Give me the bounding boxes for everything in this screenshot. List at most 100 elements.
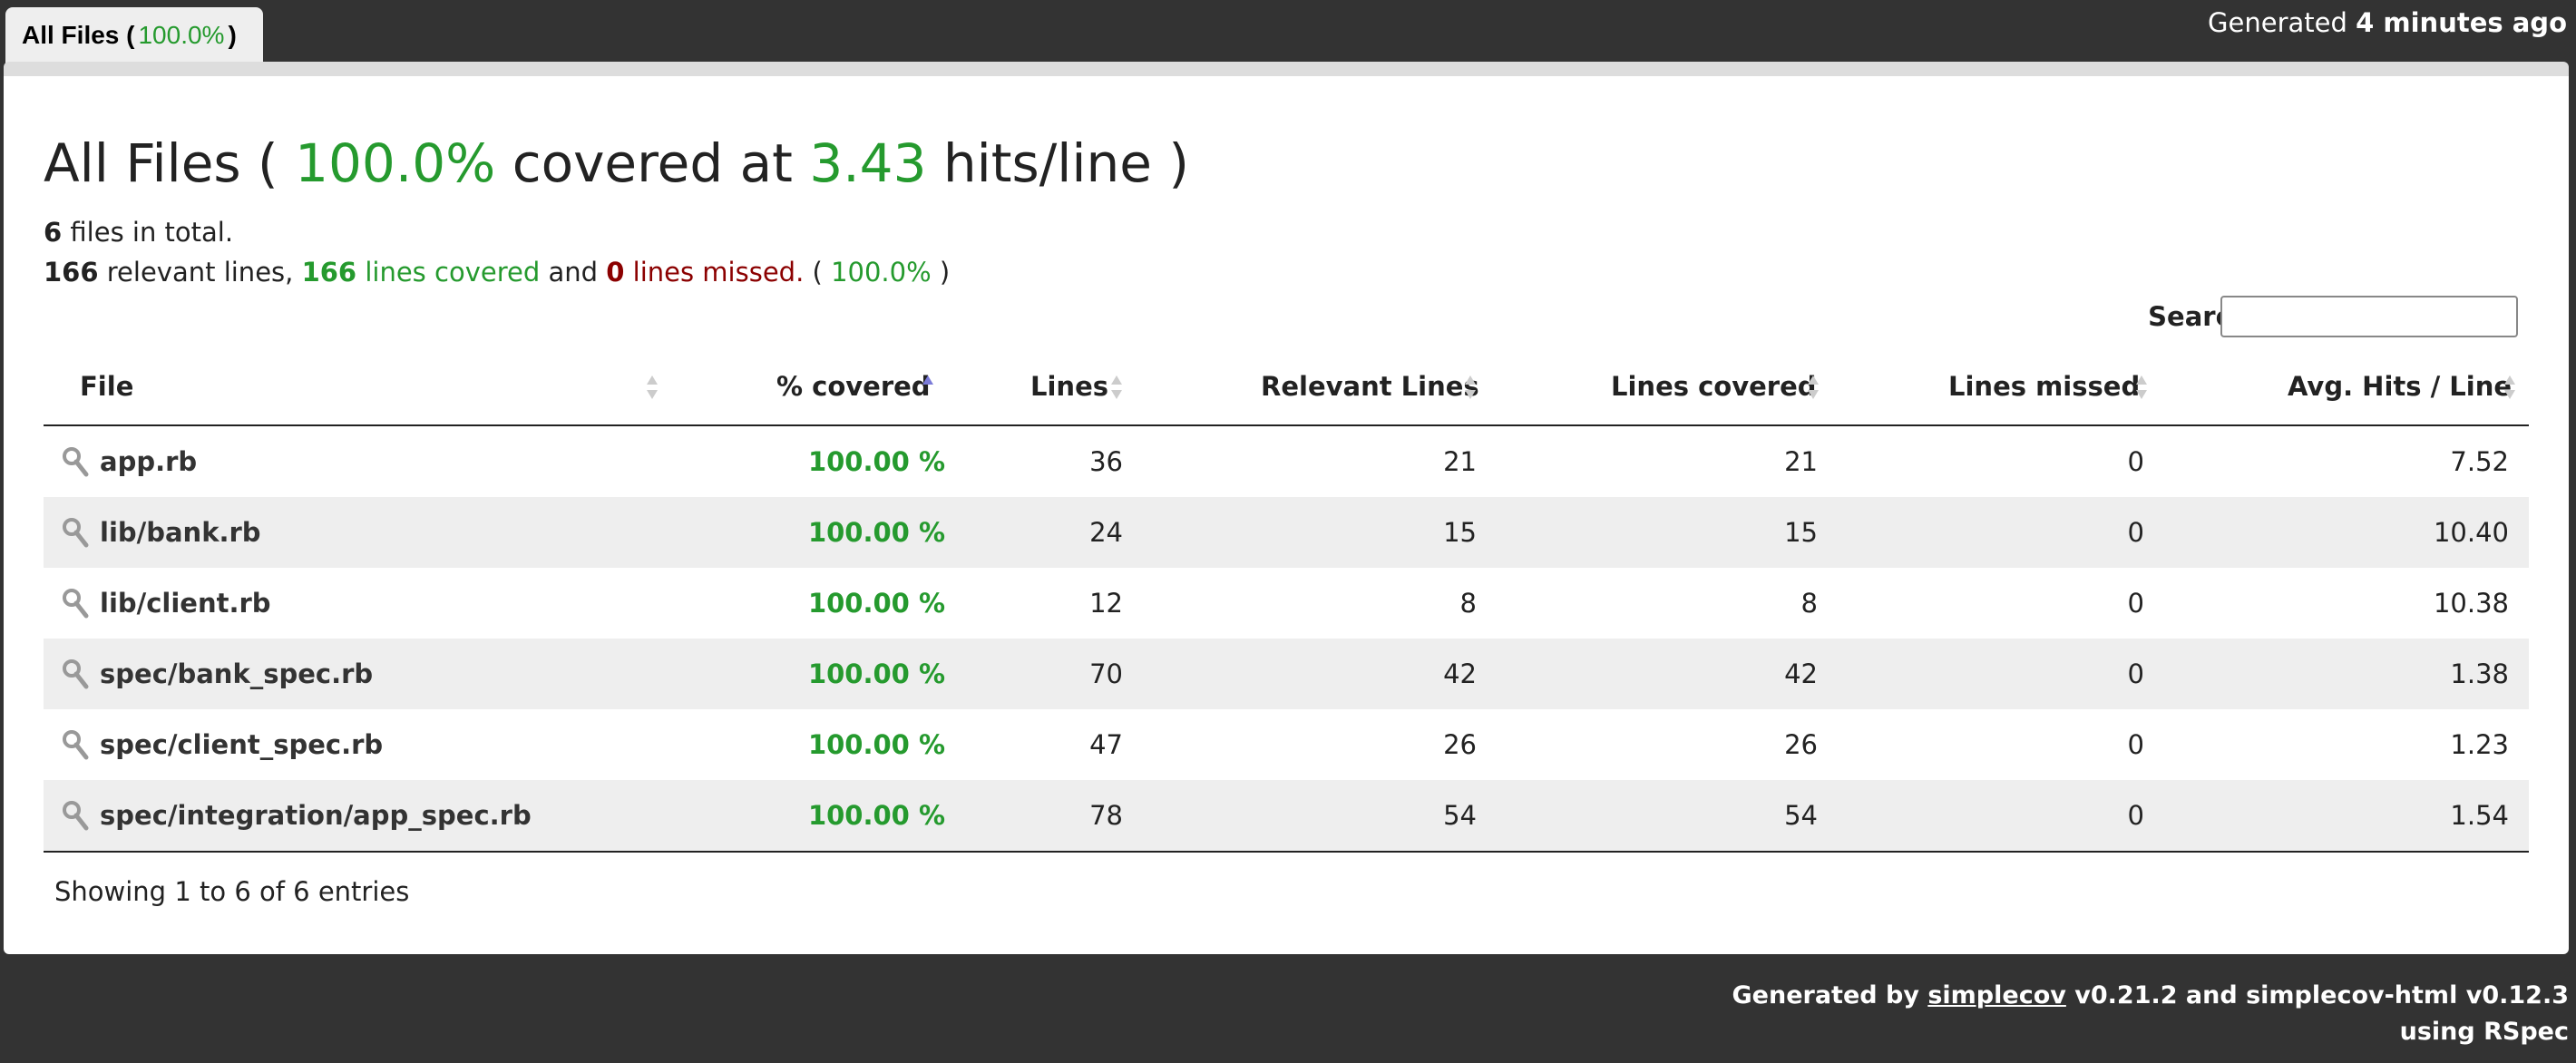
- covered-count: 166: [301, 257, 357, 288]
- file-link[interactable]: app.rb: [100, 426, 197, 497]
- tab-label: All Files: [22, 21, 120, 49]
- footer: Generated by simplecov v0.21.2 and simpl…: [1732, 978, 2569, 1050]
- lines-covered-count: 8: [1800, 588, 1818, 619]
- file-link[interactable]: spec/integration/app_spec.rb: [100, 780, 532, 851]
- lines-count: 70: [1089, 658, 1123, 689]
- relevant-text: relevant lines,: [106, 257, 294, 288]
- main-panel: All Files ( 100.0% covered at 3.43 hits/…: [4, 62, 2569, 954]
- lines-covered-count: 26: [1784, 729, 1818, 760]
- generated-prefix: Generated: [2208, 7, 2347, 38]
- covered-text: lines covered: [365, 257, 541, 288]
- footer-line-2: using RSpec: [2399, 1018, 2569, 1046]
- lines-missed-count: 0: [2127, 588, 2144, 619]
- magnifier-icon[interactable]: [62, 800, 89, 831]
- covered-percent: 100.00 %: [807, 446, 945, 477]
- coverage-summary: 6 files in total. 166 relevant lines, 16…: [44, 212, 950, 292]
- table-row: app.rb 100.00 % 36 21 21 0 7.52: [44, 426, 2529, 497]
- covered-percent: 100.00 %: [807, 517, 945, 548]
- lines-covered-count: 54: [1784, 800, 1818, 831]
- magnifier-icon[interactable]: [62, 446, 89, 477]
- file-link[interactable]: lib/client.rb: [100, 568, 271, 639]
- tab-coverage-pct: 100.0%: [138, 21, 225, 49]
- generated-ago: 4 minutes ago: [2356, 7, 2567, 38]
- magnifier-icon[interactable]: [62, 588, 89, 619]
- relevant-count: 166: [44, 257, 99, 288]
- file-link[interactable]: spec/bank_spec.rb: [100, 639, 373, 709]
- title-hits-per-line: 3.43: [809, 132, 927, 194]
- lines-count: 36: [1089, 446, 1123, 477]
- avg-hits-per-line: 10.40: [2433, 517, 2509, 548]
- lines-covered-count: 42: [1784, 658, 1818, 689]
- lines-count: 12: [1089, 588, 1123, 619]
- lines-covered-count: 15: [1784, 517, 1818, 548]
- relevant-lines-count: 8: [1459, 588, 1477, 619]
- footer-prefix: Generated by: [1732, 981, 1919, 1009]
- column-header-lines-missed[interactable]: Lines missed: [1948, 348, 2140, 424]
- sort-arrows-icon[interactable]: [646, 374, 659, 401]
- footer-line-1: Generated by simplecov v0.21.2 and simpl…: [1732, 978, 2569, 1014]
- title-mid: covered at: [512, 132, 793, 194]
- lines-missed-count: 0: [2127, 800, 2144, 831]
- file-link[interactable]: spec/client_spec.rb: [100, 709, 383, 780]
- relevant-lines-count: 54: [1443, 800, 1477, 831]
- files-total-line: 6 files in total.: [44, 212, 950, 252]
- table-row: spec/bank_spec.rb 100.00 % 70 42 42 0 1.…: [44, 639, 2529, 709]
- title-prefix: All Files (: [44, 132, 278, 194]
- relevant-lines-count: 15: [1443, 517, 1477, 548]
- table-bottom-border: [44, 851, 2529, 853]
- column-header-avg-hits[interactable]: Avg. Hits / Line: [2288, 348, 2512, 424]
- column-header-relevant-lines[interactable]: Relevant Lines: [1261, 348, 1479, 424]
- lines-missed-count: 0: [2127, 658, 2144, 689]
- covered-percent: 100.00 %: [807, 800, 945, 831]
- sort-arrows-icon[interactable]: [1464, 374, 1477, 401]
- title-suffix: hits/line ): [942, 132, 1190, 194]
- total-open-paren: (: [812, 257, 823, 288]
- covered-percent: 100.00 %: [807, 729, 945, 760]
- table-header: File % covered Lines Relevant Lines Line…: [44, 348, 2529, 426]
- tab-open-paren: (: [119, 21, 135, 49]
- missed-count: 0: [606, 257, 625, 288]
- files-count: 6: [44, 217, 63, 248]
- file-link[interactable]: lib/bank.rb: [100, 497, 261, 568]
- covered-percent: 100.00 %: [807, 658, 945, 689]
- avg-hits-per-line: 1.54: [2450, 800, 2509, 831]
- relevant-lines-count: 42: [1443, 658, 1477, 689]
- search-input[interactable]: [2220, 296, 2518, 337]
- sort-arrows-icon[interactable]: [2135, 374, 2148, 401]
- magnifier-icon[interactable]: [62, 729, 89, 760]
- lines-summary-line: 166 relevant lines, 166 lines covered an…: [44, 252, 950, 292]
- sort-arrows-icon[interactable]: [2503, 374, 2516, 401]
- magnifier-icon[interactable]: [62, 517, 89, 548]
- column-header-lines[interactable]: Lines: [1030, 348, 1108, 424]
- column-header-covered[interactable]: % covered: [776, 348, 931, 424]
- title-coverage-pct: 100.0%: [295, 132, 496, 194]
- files-text: files in total.: [70, 217, 234, 248]
- tab-all-files[interactable]: All Files ( 100.0% ): [5, 7, 263, 63]
- sort-arrows-icon[interactable]: [1807, 374, 1820, 401]
- total-coverage-pct: 100.0%: [831, 257, 932, 288]
- lines-missed-count: 0: [2127, 729, 2144, 760]
- footer-suffix: v0.21.2 and simplecov-html v0.12.3: [2074, 981, 2569, 1009]
- lines-covered-count: 21: [1784, 446, 1818, 477]
- table-row: lib/bank.rb 100.00 % 24 15 15 0 10.40: [44, 497, 2529, 568]
- showing-entries-info: Showing 1 to 6 of 6 entries: [54, 876, 410, 907]
- avg-hits-per-line: 10.38: [2433, 588, 2509, 619]
- column-header-file[interactable]: File: [80, 348, 133, 424]
- avg-hits-per-line: 1.23: [2450, 729, 2509, 760]
- lines-missed-count: 0: [2127, 517, 2144, 548]
- relevant-lines-count: 21: [1443, 446, 1477, 477]
- table-row: lib/client.rb 100.00 % 12 8 8 0 10.38: [44, 568, 2529, 639]
- simplecov-link[interactable]: simplecov: [1927, 981, 2066, 1009]
- relevant-lines-count: 26: [1443, 729, 1477, 760]
- table-row: spec/client_spec.rb 100.00 % 47 26 26 0 …: [44, 709, 2529, 780]
- total-close-paren: ): [939, 257, 951, 288]
- magnifier-icon[interactable]: [62, 658, 89, 689]
- lines-count: 47: [1089, 729, 1123, 760]
- column-header-lines-covered[interactable]: Lines covered: [1611, 348, 1817, 424]
- sort-ascending-icon[interactable]: [922, 374, 934, 401]
- lines-count: 78: [1089, 800, 1123, 831]
- sort-arrows-icon[interactable]: [1110, 374, 1123, 401]
- lines-count: 24: [1089, 517, 1123, 548]
- page-title: All Files ( 100.0% covered at 3.43 hits/…: [44, 132, 1189, 194]
- missed-text: lines missed.: [632, 257, 805, 288]
